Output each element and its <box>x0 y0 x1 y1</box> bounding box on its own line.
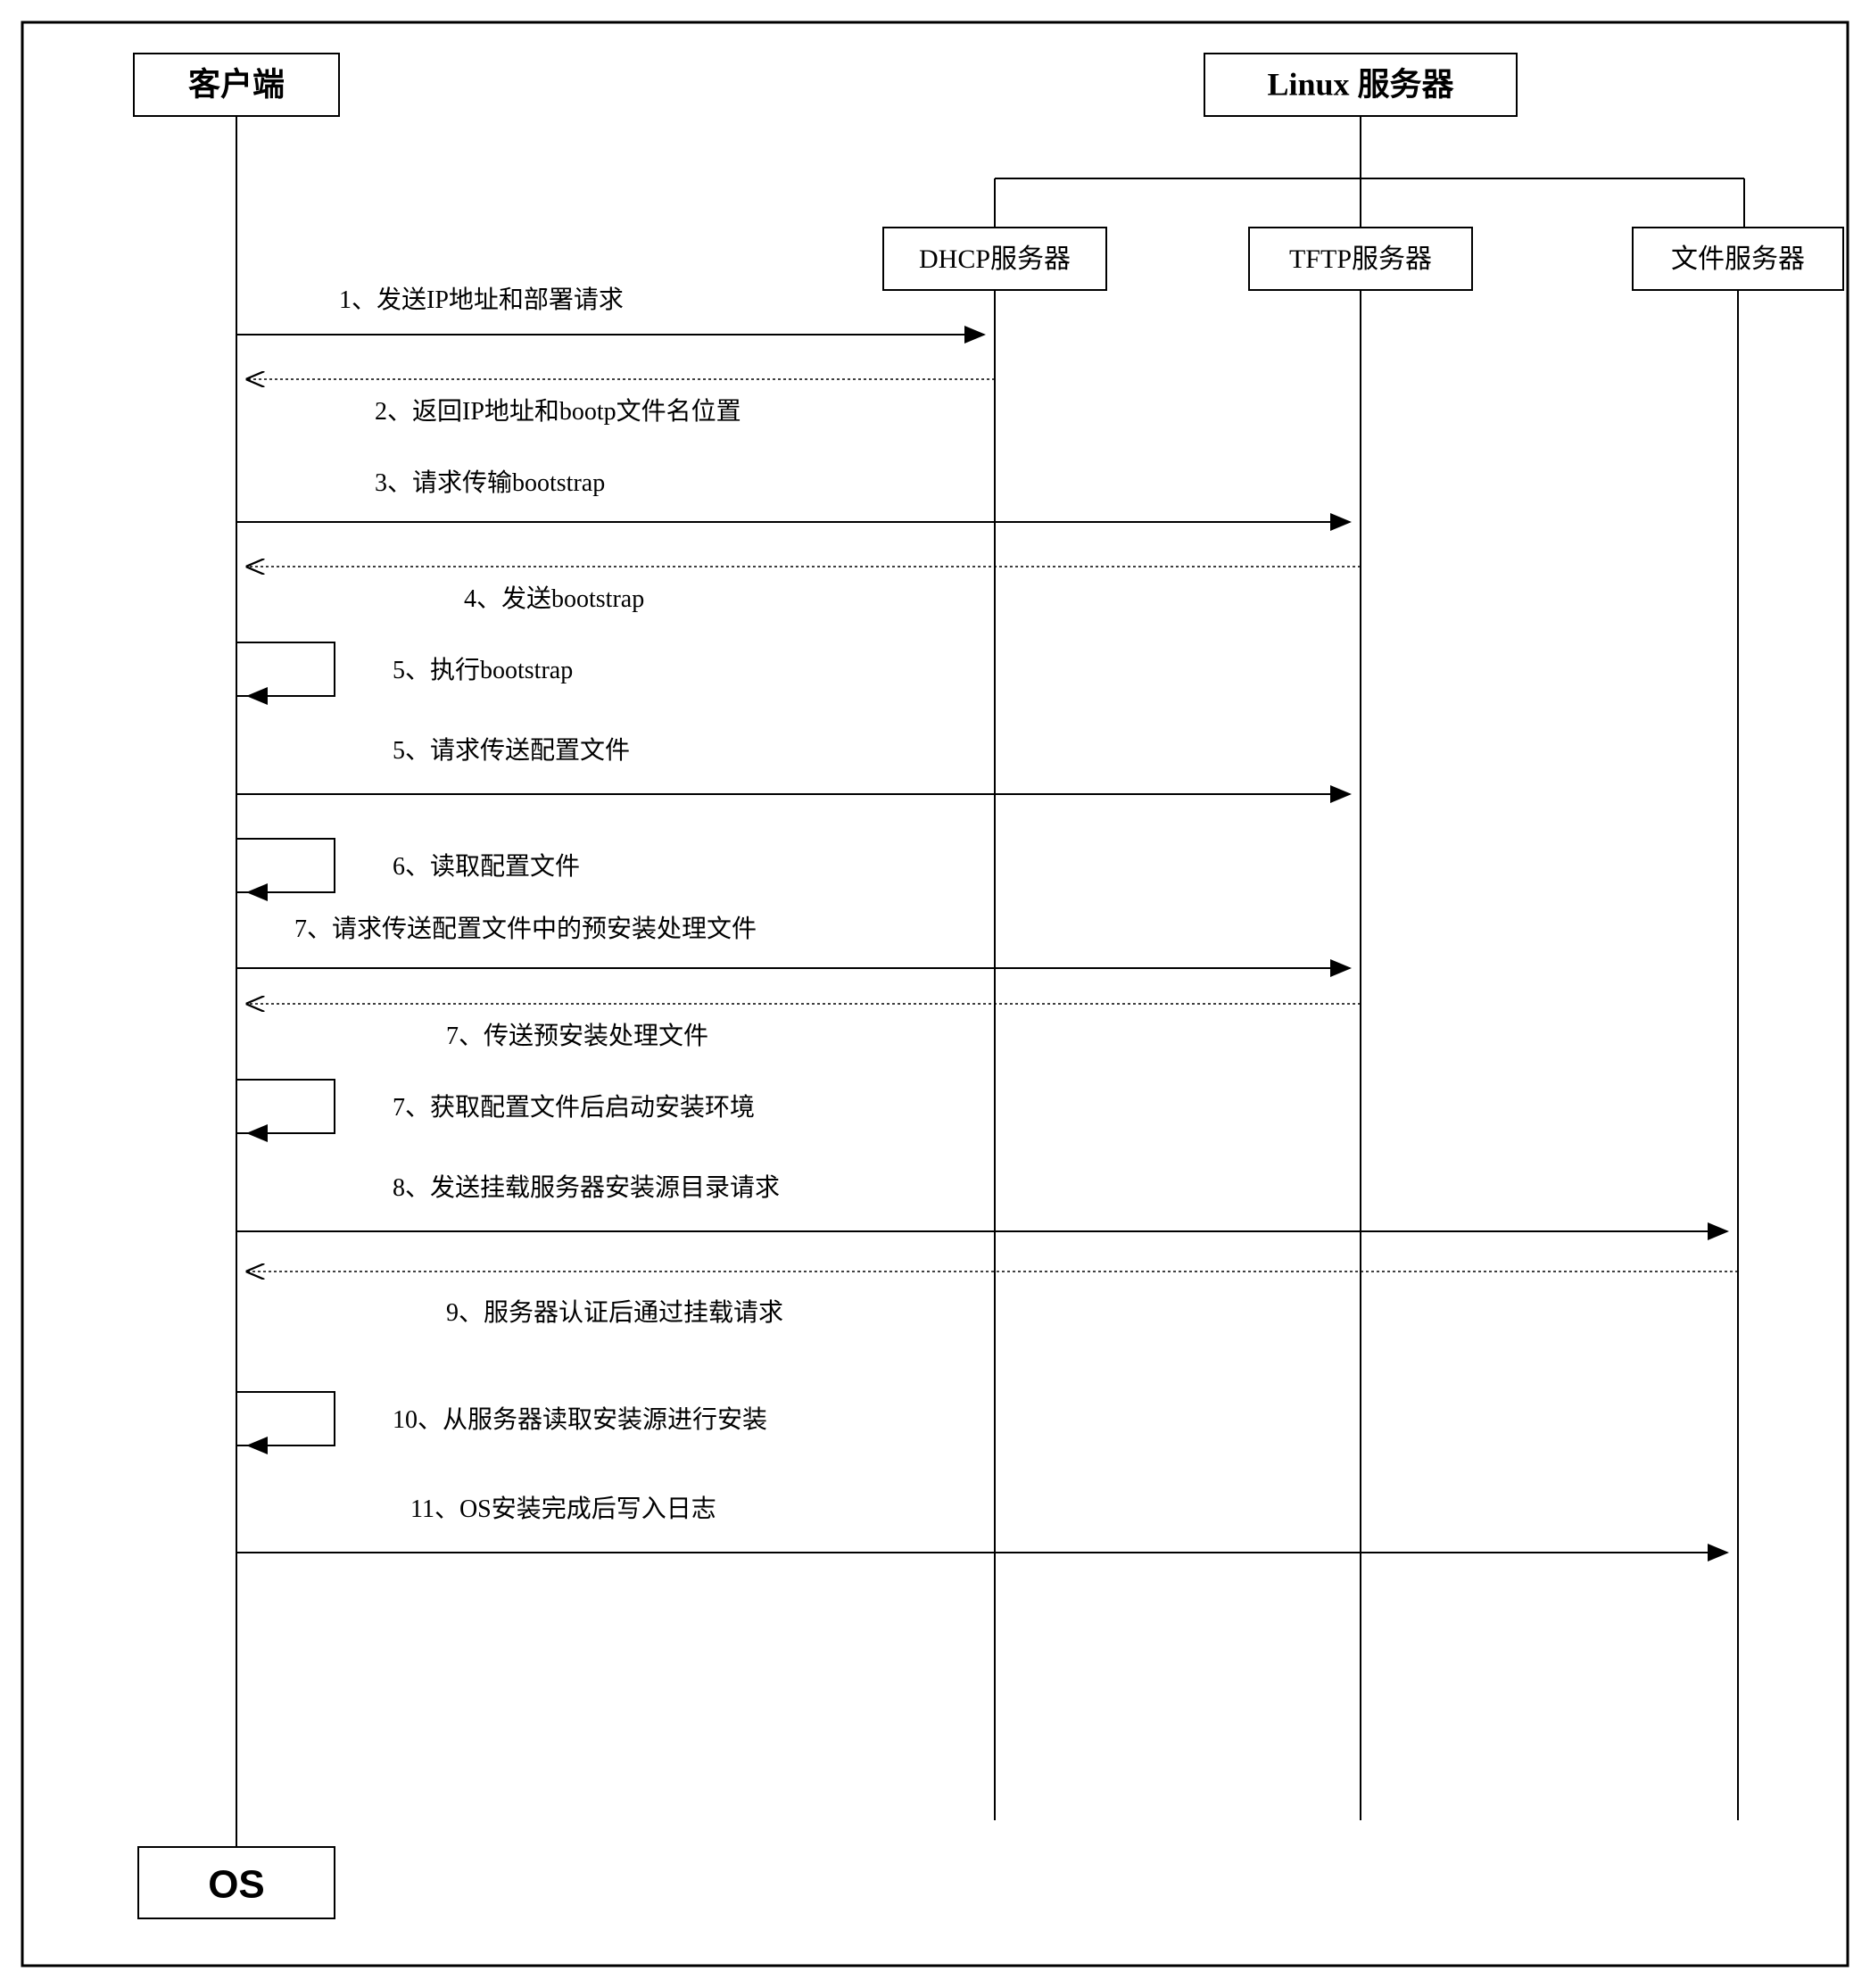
msg3-label: 3、请求传输bootstrap <box>375 468 605 497</box>
os-label: OS <box>208 1863 265 1907</box>
msg11-label: 11、OS安装完成后写入日志 <box>410 1495 716 1523</box>
act6 <box>236 839 335 892</box>
diagram-frame <box>22 22 1848 1966</box>
client-label: 客户端 <box>188 66 285 102</box>
msg6-label: 6、读取配置文件 <box>393 852 580 881</box>
msg7b-label: 7、传送预安装处理文件 <box>446 1022 708 1050</box>
msg1-label: 1、发送IP地址和部署请求 <box>339 286 624 314</box>
msg7c-label: 7、获取配置文件后启动安装环境 <box>393 1093 755 1122</box>
msg2-label: 2、返回IP地址和bootp文件名位置 <box>375 397 741 426</box>
tftp-label: TFTP服务器 <box>1289 244 1432 274</box>
msg5b-label: 5、请求传送配置文件 <box>393 736 630 765</box>
act10 <box>236 1392 335 1445</box>
act7c <box>236 1080 335 1133</box>
msg5a-label: 5、执行bootstrap <box>393 656 573 684</box>
file-server-label: 文件服务器 <box>1671 244 1805 274</box>
msg7a-label: 7、请求传送配置文件中的预安装处理文件 <box>294 915 757 943</box>
msg9-label: 9、服务器认证后通过挂载请求 <box>446 1298 783 1327</box>
linux-server-label: Linux 服务器 <box>1267 66 1454 102</box>
act5a <box>236 642 335 696</box>
sequence-diagram: 客户端 Linux 服务器 DHCP服务器 TFTP服务器 文件服务器 1、发送… <box>18 18 1852 1970</box>
dhcp-label: DHCP服务器 <box>919 244 1071 274</box>
msg10-label: 10、从服务器读取安装源进行安装 <box>393 1405 767 1434</box>
msg4-label: 4、发送bootstrap <box>464 584 644 613</box>
msg8-label: 8、发送挂载服务器安装源目录请求 <box>393 1173 780 1202</box>
